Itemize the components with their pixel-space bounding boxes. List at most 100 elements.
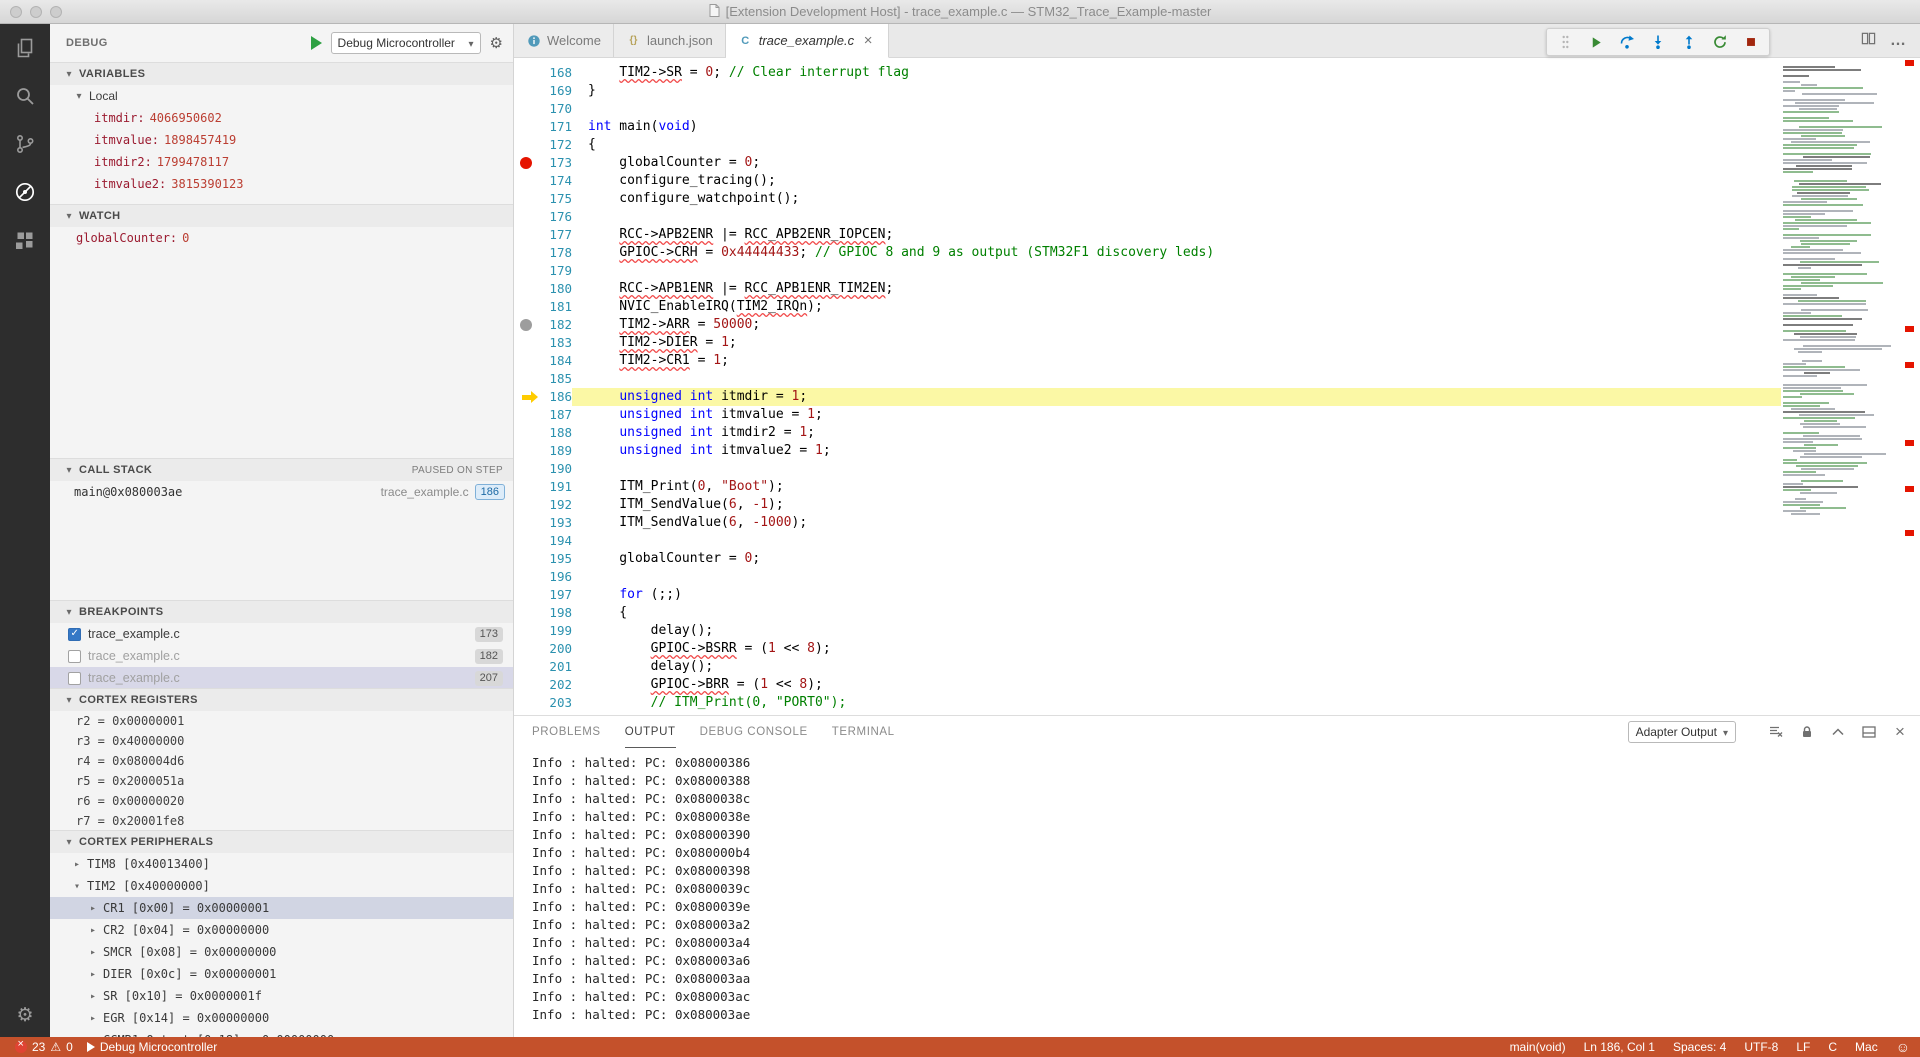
panel-tab-problems[interactable]: PROBLEMS <box>532 716 601 748</box>
breakpoint-gutter[interactable] <box>514 100 538 118</box>
panel-position-icon[interactable] <box>1861 724 1877 740</box>
step-into-icon[interactable] <box>1650 34 1666 50</box>
breakpoint-gutter[interactable] <box>514 280 538 298</box>
breakpoint-gutter[interactable] <box>514 550 538 568</box>
configure-gear-icon[interactable]: ⚙ <box>490 34 503 52</box>
breakpoint-gutter[interactable] <box>514 604 538 622</box>
breakpoints-section-header[interactable]: BREAKPOINTS <box>50 601 513 623</box>
code-line[interactable]: 198 { <box>514 604 1781 622</box>
status-item[interactable]: Spaces: 4 <box>1673 1040 1726 1054</box>
code-line[interactable]: 180 RCC->APB1ENR |= RCC_APB1ENR_TIM2EN; <box>514 280 1781 298</box>
code-line[interactable]: 196 <box>514 568 1781 586</box>
peripheral-row[interactable]: CR1 [0x00] = 0x00000001 <box>50 897 513 919</box>
breakpoint-gutter[interactable] <box>514 694 538 712</box>
code-line[interactable]: 178 GPIOC->CRH = 0x44444433; // GPIOC 8 … <box>514 244 1781 262</box>
code-line[interactable]: 172{ <box>514 136 1781 154</box>
panel-tab-debug-console[interactable]: DEBUG CONSOLE <box>700 716 808 748</box>
scope-local[interactable]: Local <box>50 85 513 107</box>
code-line[interactable]: 174 configure_tracing(); <box>514 172 1781 190</box>
disabled-breakpoint-icon[interactable] <box>520 319 532 331</box>
code-line[interactable]: 200 GPIOC->BSRR = (1 << 8); <box>514 640 1781 658</box>
minimap[interactable] <box>1781 58 1892 715</box>
breakpoint-row[interactable]: trace_example.c207 <box>50 667 513 688</box>
breakpoint-gutter[interactable] <box>514 262 538 280</box>
register-row[interactable]: r6 = 0x00000020 <box>50 791 513 811</box>
code-line[interactable]: 186 unsigned int itmdir = 1; <box>514 388 1781 406</box>
more-actions-icon[interactable] <box>1890 32 1906 50</box>
search-icon[interactable] <box>0 72 50 120</box>
code-line[interactable]: 195 globalCounter = 0; <box>514 550 1781 568</box>
variable-row[interactable]: itmdir:4066950602 <box>50 107 513 129</box>
split-editor-icon[interactable] <box>1861 31 1876 51</box>
peripheral-row[interactable]: EGR [0x14] = 0x00000000 <box>50 1007 513 1029</box>
breakpoint-gutter[interactable] <box>514 64 538 82</box>
breakpoint-gutter[interactable] <box>514 190 538 208</box>
breakpoint-gutter[interactable] <box>514 478 538 496</box>
debug-config-dropdown[interactable]: Debug Microcontroller <box>331 32 481 54</box>
output-log[interactable]: Info : halted: PC: 0x08000386Info : halt… <box>514 748 1920 1037</box>
variable-row[interactable]: itmvalue:1898457419 <box>50 129 513 151</box>
overview-ruler[interactable] <box>1892 58 1920 715</box>
code-line[interactable]: 189 unsigned int itmvalue2 = 1; <box>514 442 1781 460</box>
status-item[interactable]: UTF-8 <box>1744 1040 1778 1054</box>
status-item[interactable]: Mac <box>1855 1040 1878 1054</box>
breakpoint-icon[interactable] <box>520 157 532 169</box>
debug-status[interactable]: Debug Microcontroller <box>82 1037 222 1057</box>
code-line[interactable]: 188 unsigned int itmdir2 = 1; <box>514 424 1781 442</box>
status-item[interactable]: Ln 186, Col 1 <box>1584 1040 1655 1054</box>
breakpoint-gutter[interactable] <box>514 118 538 136</box>
code-line[interactable]: 171int main(void) <box>514 118 1781 136</box>
breakpoint-gutter[interactable] <box>514 568 538 586</box>
code-line[interactable]: 185 <box>514 370 1781 388</box>
breakpoint-gutter[interactable] <box>514 316 538 334</box>
breakpoint-gutter[interactable] <box>514 388 538 406</box>
cortex-peripherals-section-header[interactable]: CORTEX PERIPHERALS <box>50 831 513 853</box>
cortex-registers-section-header[interactable]: CORTEX REGISTERS <box>50 689 513 711</box>
restart-icon[interactable] <box>1712 34 1728 50</box>
breakpoint-gutter[interactable] <box>514 586 538 604</box>
code-line[interactable]: 169} <box>514 82 1781 100</box>
code-line[interactable]: 192 ITM_SendValue(6, -1); <box>514 496 1781 514</box>
code-line[interactable]: 197 for (;;) <box>514 586 1781 604</box>
variables-section-header[interactable]: VARIABLES <box>50 63 513 85</box>
breakpoint-gutter[interactable] <box>514 622 538 640</box>
close-window-button[interactable] <box>10 6 22 18</box>
status-item[interactable]: C <box>1828 1040 1837 1054</box>
register-row[interactable]: r5 = 0x2000051a <box>50 771 513 791</box>
tab-trace-example-c[interactable]: trace_example.c <box>726 24 889 58</box>
call-stack-section-header[interactable]: CALL STACK PAUSED ON STEP <box>50 459 513 481</box>
breakpoint-gutter[interactable] <box>514 244 538 262</box>
status-item[interactable]: main(void) <box>1510 1040 1566 1054</box>
breakpoint-gutter[interactable] <box>514 442 538 460</box>
code-line[interactable]: 191 ITM_Print(0, "Boot"); <box>514 478 1781 496</box>
close-tab-icon[interactable] <box>860 33 876 49</box>
close-panel-icon[interactable] <box>1892 724 1908 740</box>
breakpoint-gutter[interactable] <box>514 334 538 352</box>
watch-section-header[interactable]: WATCH <box>50 205 513 227</box>
callstack-frame[interactable]: main@0x080003aetrace_example.c186 <box>50 481 513 503</box>
problems-status[interactable]: 23 0 <box>10 1037 78 1057</box>
breakpoint-checkbox[interactable] <box>68 628 81 641</box>
variable-row[interactable]: itmdir2:1799478117 <box>50 151 513 173</box>
code-line[interactable]: 194 <box>514 532 1781 550</box>
scroll-lock-icon[interactable] <box>1799 724 1815 740</box>
code-editor[interactable]: 168 TIM2->SR = 0; // Clear interrupt fla… <box>514 58 1920 715</box>
breakpoint-gutter[interactable] <box>514 514 538 532</box>
code-line[interactable]: 187 unsigned int itmvalue = 1; <box>514 406 1781 424</box>
breakpoint-gutter[interactable] <box>514 460 538 478</box>
code-line[interactable]: 201 delay(); <box>514 658 1781 676</box>
code-line[interactable]: 202 GPIOC->BRR = (1 << 8); <box>514 676 1781 694</box>
tab-welcome[interactable]: Welcome <box>514 24 614 57</box>
peripheral-row[interactable]: CCMR1_Output [0x18] = 0x00000000 <box>50 1029 513 1037</box>
breakpoint-gutter[interactable] <box>514 532 538 550</box>
toolbar-grip-icon[interactable] <box>1557 34 1573 50</box>
start-debug-button[interactable] <box>311 36 322 50</box>
breakpoint-gutter[interactable] <box>514 424 538 442</box>
debug-icon[interactable] <box>0 168 50 216</box>
stop-icon[interactable] <box>1743 34 1759 50</box>
breakpoint-row[interactable]: trace_example.c182 <box>50 645 513 667</box>
code-line[interactable]: 203 // ITM_Print(0, "PORT0"); <box>514 694 1781 712</box>
code-line[interactable]: 183 TIM2->DIER = 1; <box>514 334 1781 352</box>
extensions-icon[interactable] <box>0 216 50 264</box>
panel-tab-terminal[interactable]: TERMINAL <box>832 716 895 748</box>
